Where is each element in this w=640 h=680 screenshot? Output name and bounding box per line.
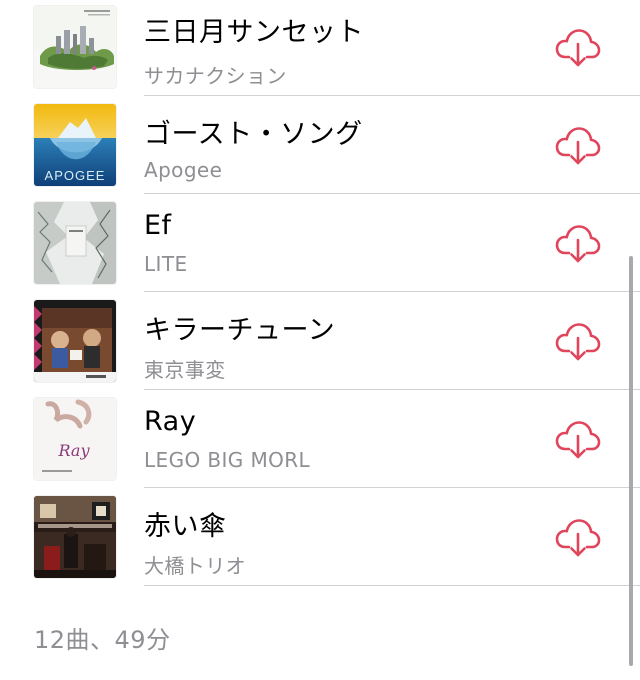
album-artwork-image (34, 6, 116, 88)
album-artwork-image (34, 300, 116, 382)
album-artwork-image: APOGEE (34, 104, 116, 186)
cloud-download-icon (555, 519, 601, 557)
album-artwork-image (34, 202, 116, 284)
cloud-download-icon (555, 225, 601, 263)
album-artwork (34, 6, 116, 88)
song-title: 三日月サンセット (144, 17, 364, 48)
row-separator (144, 95, 640, 96)
album-artwork: APOGEE (34, 104, 116, 186)
album-artwork (34, 300, 116, 382)
album-artwork (34, 202, 116, 284)
album-artwork (34, 496, 116, 578)
cloud-download-icon (555, 323, 601, 361)
album-artwork-image: Ray (34, 398, 116, 480)
album-artwork-image (34, 496, 116, 578)
song-row[interactable]: Ray Ray LEGO BIG MORL (0, 392, 640, 490)
song-title: Ef (144, 210, 172, 241)
cloud-download-icon (555, 127, 601, 165)
row-separator (144, 291, 640, 292)
song-row[interactable]: APOGEE ゴースト・ソング Apogee (0, 98, 640, 196)
song-artist: Apogee (144, 158, 223, 182)
song-artist: サカナクション (144, 64, 287, 88)
song-title: 赤い傘 (144, 511, 227, 542)
song-artist: LITE (144, 252, 188, 276)
cloud-download-icon (555, 421, 601, 459)
song-row[interactable]: 三日月サンセット サカナクション (0, 0, 640, 98)
artwork-text: Ray (58, 441, 91, 460)
cloud-download-icon (555, 29, 601, 67)
song-artist: 東京事変 (144, 358, 226, 382)
download-button[interactable] (552, 220, 604, 268)
download-button[interactable] (552, 514, 604, 562)
row-separator (144, 193, 640, 194)
song-title: Ray (144, 406, 197, 437)
track-count-summary: 12曲、49分 (34, 626, 171, 654)
row-separator (144, 487, 640, 488)
download-button[interactable] (552, 122, 604, 170)
song-artist: LEGO BIG MORL (144, 448, 311, 472)
download-button[interactable] (552, 24, 604, 72)
row-separator (144, 585, 640, 586)
album-artwork: Ray (34, 398, 116, 480)
song-title: キラーチューン (144, 315, 336, 346)
download-button[interactable] (552, 318, 604, 366)
song-row[interactable]: Ef LITE (0, 196, 640, 294)
scroll-indicator[interactable] (629, 256, 633, 666)
artwork-text: APOGEE (45, 168, 106, 183)
download-button[interactable] (552, 416, 604, 464)
song-artist: 大橋トリオ (144, 554, 246, 578)
row-separator (144, 389, 640, 390)
song-row[interactable]: 赤い傘 大橋トリオ (0, 490, 640, 588)
song-row[interactable]: キラーチューン 東京事変 (0, 294, 640, 392)
song-title: ゴースト・ソング (144, 119, 363, 150)
